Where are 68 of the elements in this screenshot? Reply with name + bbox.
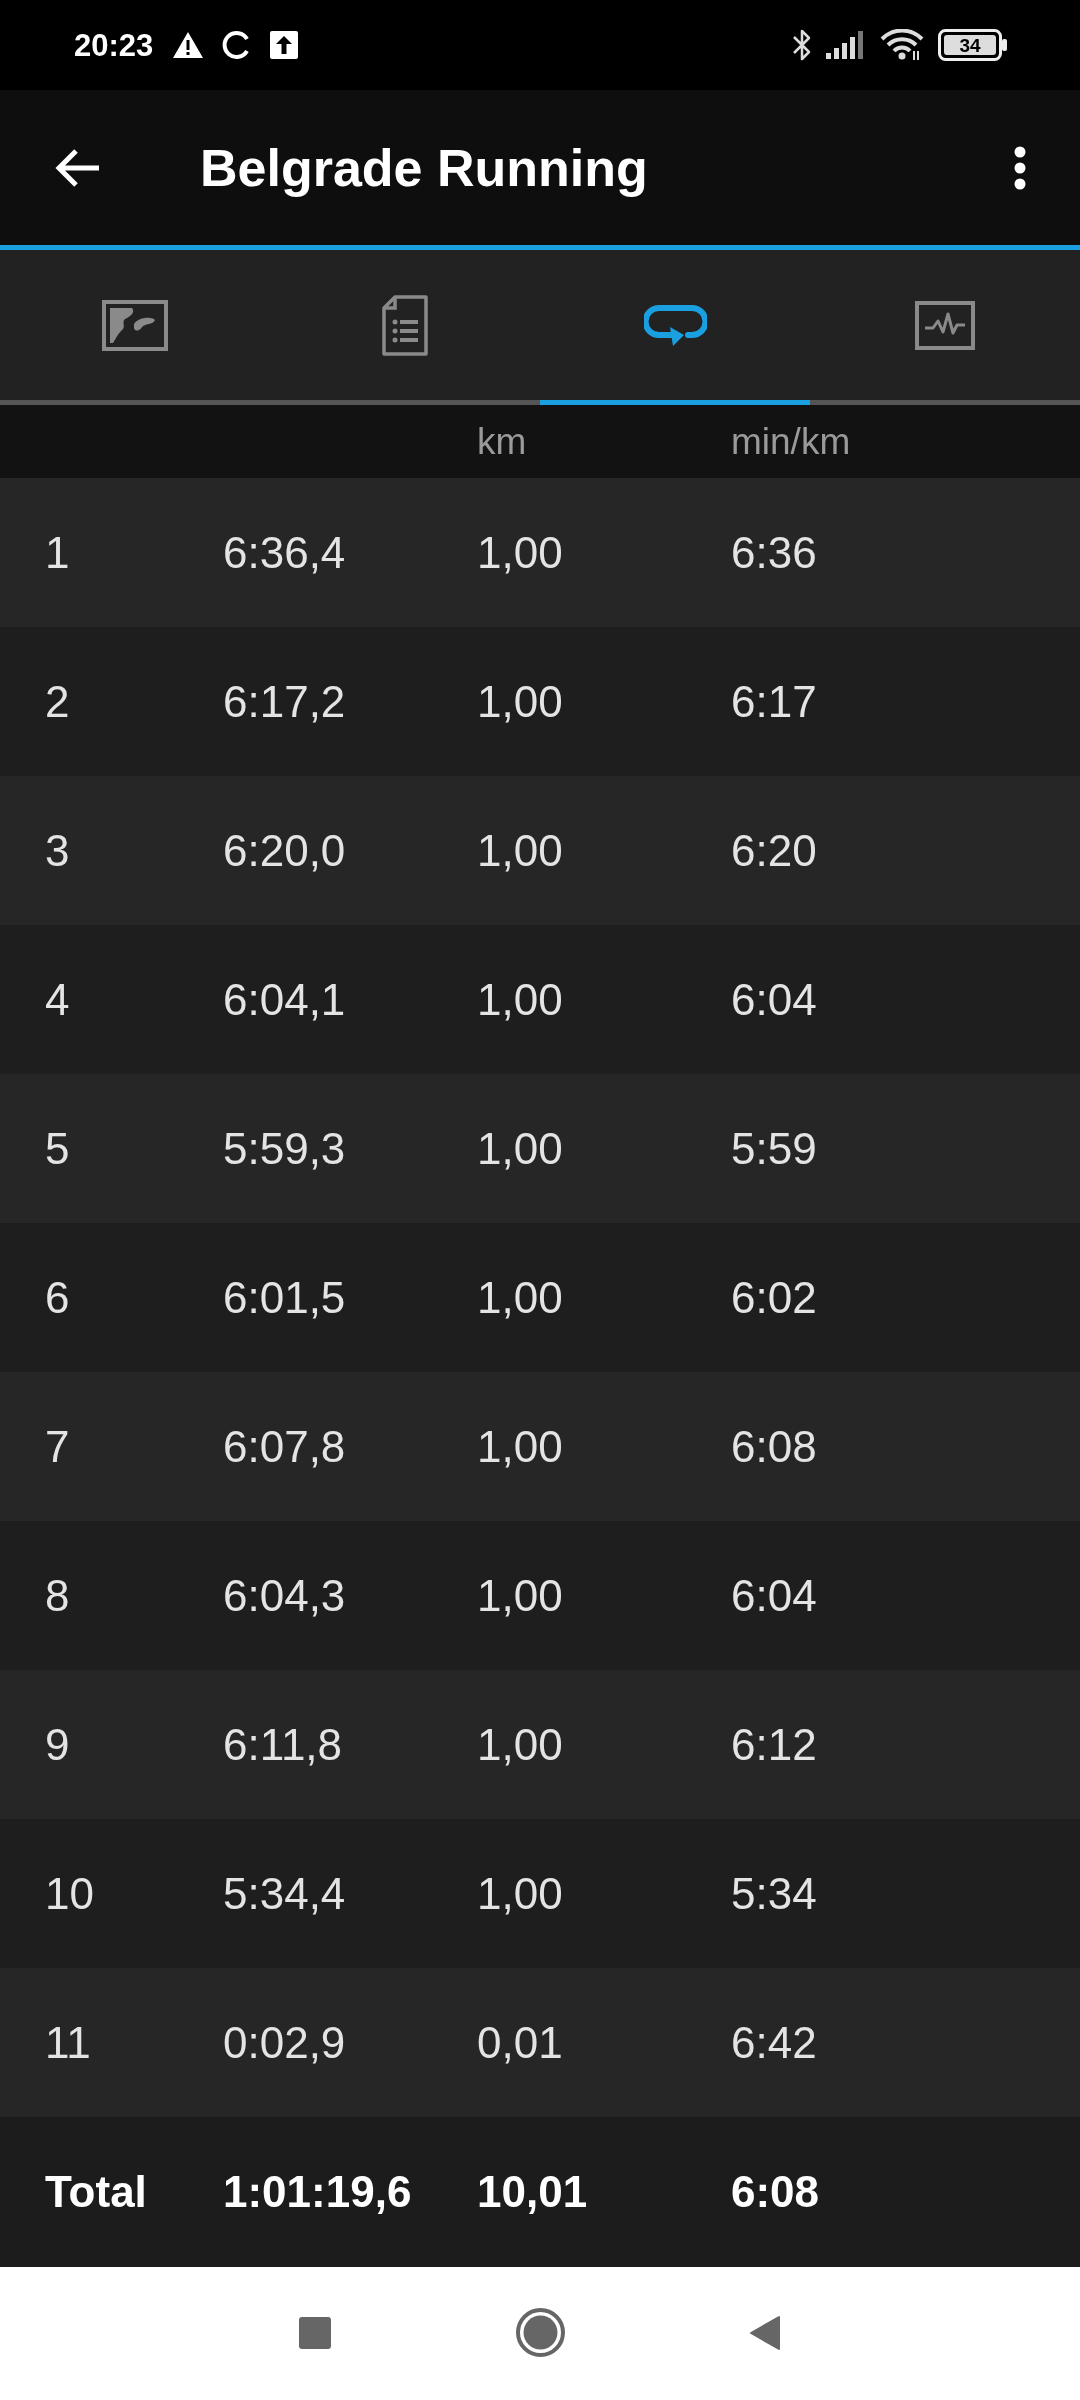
table-cell: 1 bbox=[45, 530, 70, 575]
table-cell: 9 bbox=[45, 1722, 70, 1767]
map-icon bbox=[102, 299, 168, 351]
table-cell: 1,00 bbox=[477, 679, 563, 724]
table-cell: 1,00 bbox=[477, 977, 563, 1022]
table-cell: 6 bbox=[45, 1275, 70, 1320]
table-cell: 5:59 bbox=[731, 1126, 817, 1171]
table-cell: 0,01 bbox=[477, 2020, 563, 2065]
battery-percentage: 34 bbox=[959, 35, 981, 55]
total-cell: 10,01 bbox=[477, 2170, 588, 2214]
table-cell: 6:17 bbox=[731, 679, 817, 724]
table-cell: 0:02,9 bbox=[223, 2020, 346, 2065]
table-cell: 3 bbox=[45, 828, 70, 873]
warning-icon bbox=[172, 31, 205, 59]
signal-icon bbox=[826, 31, 866, 59]
more-options-icon bbox=[1013, 145, 1027, 190]
loop-arrow-icon bbox=[643, 303, 707, 347]
triangle-icon bbox=[749, 2314, 781, 2351]
table-cell: 1,00 bbox=[477, 1126, 563, 1171]
table-cell: 6:04 bbox=[731, 1573, 817, 1618]
table-cell: 6:04,3 bbox=[223, 1573, 346, 1618]
column-heading: km bbox=[477, 423, 527, 460]
table-cell: 6:04,1 bbox=[223, 977, 346, 1022]
table-cell: 1,00 bbox=[477, 530, 563, 575]
table-cell: 5 bbox=[45, 1126, 70, 1171]
table-cell: 6:36,4 bbox=[223, 530, 346, 575]
upload-icon bbox=[270, 31, 299, 59]
document-list-icon bbox=[382, 294, 428, 356]
table-cell: 6:12 bbox=[731, 1722, 817, 1767]
table-cell: 6:20,0 bbox=[223, 828, 346, 873]
table-cell: 6:01,5 bbox=[223, 1275, 346, 1320]
battery-icon bbox=[938, 29, 1008, 61]
table-cell: 6:11,8 bbox=[223, 1722, 343, 1767]
table-cell: 4 bbox=[45, 977, 70, 1022]
status-time: 20:23 bbox=[74, 29, 154, 61]
table-cell: 6:20 bbox=[731, 828, 817, 873]
total-cell: 6:08 bbox=[731, 2170, 820, 2214]
table-cell: 6:02 bbox=[731, 1275, 817, 1320]
table-cell: 6:04 bbox=[731, 977, 817, 1022]
column-heading: min/km bbox=[731, 423, 851, 460]
bluetooth-icon bbox=[792, 28, 812, 62]
table-cell: 2 bbox=[45, 679, 70, 724]
table-cell: 1,00 bbox=[477, 1722, 563, 1767]
table-cell: 1,00 bbox=[477, 1424, 563, 1469]
table-cell: 1,00 bbox=[477, 1871, 563, 1916]
back-arrow-icon bbox=[55, 147, 101, 188]
table-cell: 6:36 bbox=[731, 530, 817, 575]
table-cell: 1,00 bbox=[477, 1275, 563, 1320]
total-cell: 1:01:19,6 bbox=[223, 2170, 412, 2214]
circle-icon bbox=[515, 2308, 565, 2357]
table-cell: 5:34,4 bbox=[223, 1871, 346, 1916]
table-cell: 6:07,8 bbox=[223, 1424, 346, 1469]
total-cell: Total bbox=[45, 2170, 147, 2214]
table-cell: 6:17,2 bbox=[223, 679, 346, 724]
table-cell: 11 bbox=[45, 2020, 91, 2065]
wifi-icon bbox=[880, 29, 924, 61]
chart-icon bbox=[915, 300, 975, 350]
table-cell: 5:34 bbox=[731, 1871, 817, 1916]
home-button[interactable] bbox=[515, 2307, 565, 2358]
table-cell: 7 bbox=[45, 1424, 70, 1469]
table-cell: 1,00 bbox=[477, 828, 563, 873]
table-cell: 8 bbox=[45, 1573, 70, 1618]
table-cell: 5:59,3 bbox=[223, 1126, 346, 1171]
square-icon bbox=[299, 2316, 331, 2349]
table-cell: 10 bbox=[45, 1871, 94, 1916]
table-cell: 6:42 bbox=[731, 2020, 817, 2065]
table-cell: 1,00 bbox=[477, 1573, 563, 1618]
table-cell: 6:08 bbox=[731, 1424, 817, 1469]
